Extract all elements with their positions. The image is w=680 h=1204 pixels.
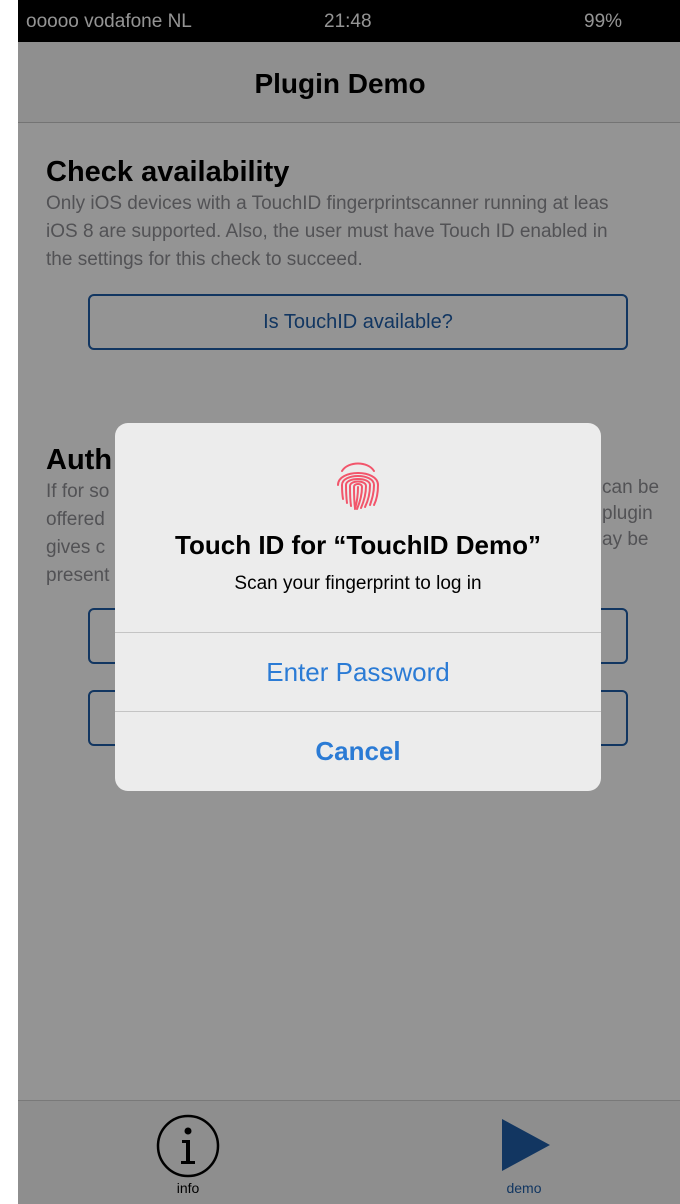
touchid-alert: Touch ID for “TouchID Demo” Scan your fi… <box>115 423 601 791</box>
enter-password-button[interactable]: Enter Password <box>115 632 601 711</box>
cancel-button[interactable]: Cancel <box>115 711 601 790</box>
fingerprint-icon <box>337 462 380 510</box>
alert-message: Scan your fingerprint to log in <box>234 573 482 594</box>
phone-screen: ooooo vodafone NL 21:48 99% Plugin Demo … <box>18 0 680 1204</box>
alert-title: Touch ID for “TouchID Demo” <box>175 530 541 560</box>
